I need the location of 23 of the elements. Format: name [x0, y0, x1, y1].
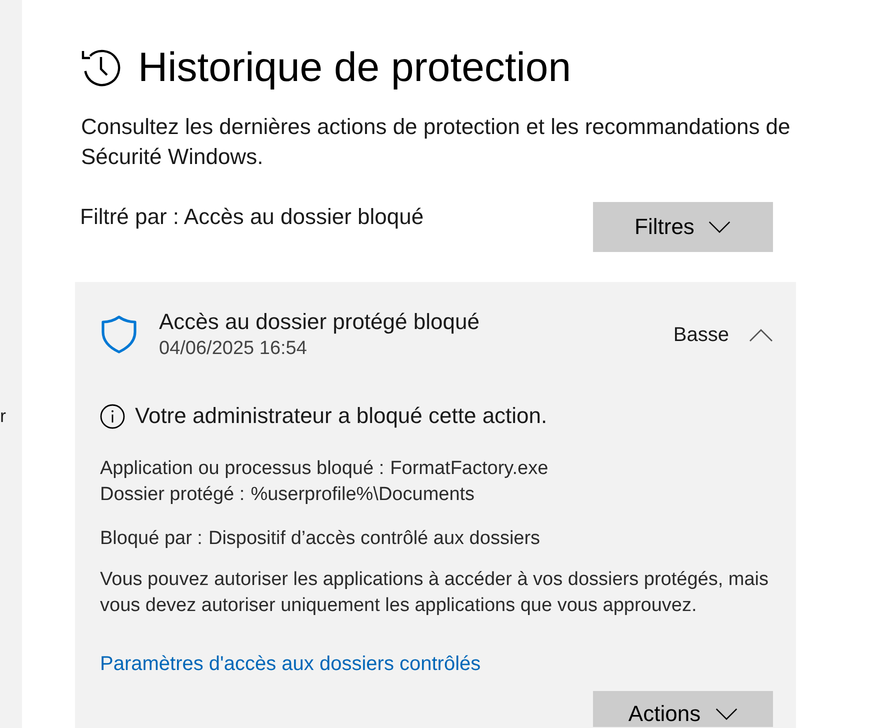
severity-label: Basse [673, 323, 729, 348]
info-icon [100, 404, 125, 428]
page-description: Consultez les dernières actions de protection et les recommandations de Sécurité Windows. [80, 113, 792, 171]
detail-label: Bloqué par : [100, 527, 202, 551]
settings-link[interactable]: Paramètres d'accès aux dossiers contrôlés [100, 653, 481, 675]
chevron-down-icon [714, 708, 738, 720]
notice-text: Votre administrateur a bloqué cette action. [135, 402, 548, 430]
detail-label: Dossier protégé : [100, 483, 245, 507]
detail-value: FormatFactory.exe [390, 457, 548, 481]
shield-icon [101, 315, 137, 354]
detail-value: Dispositif d’accès contrôlé aux dossiers [208, 527, 540, 551]
sidebar-item[interactable]: r [0, 404, 22, 428]
event-title: Accès au dossier protégé bloqué [159, 308, 480, 336]
filter-label: Filtré par : Accès au dossier bloqué [80, 203, 424, 231]
page-title: Historique de protection [138, 43, 572, 91]
chevron-down-icon [708, 221, 732, 233]
actions-button[interactable]: Actions [593, 691, 773, 727]
chevron-up-icon[interactable] [749, 328, 773, 342]
detail-value: %userprofile%\Documents [250, 483, 475, 507]
explanation-text: Vous pouvez autoriser les applications à accéder à vos dossiers protégés, mais vous devez autoriser uniquement les applications que vous approuvez. [100, 568, 770, 618]
event-timestamp: 04/06/2025 16:54 [159, 337, 308, 361]
detail-label: Application ou processus bloqué : [100, 457, 384, 481]
filters-button[interactable]: Filtres [593, 202, 773, 252]
